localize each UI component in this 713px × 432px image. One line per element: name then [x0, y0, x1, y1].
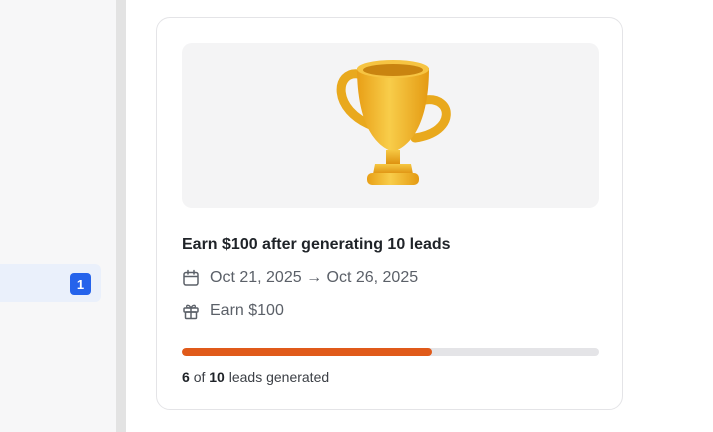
- campaign-card[interactable]: Earn $100 after generating 10 leads Oct …: [156, 17, 623, 410]
- progress-suffix: leads generated: [228, 369, 330, 385]
- card-title: Earn $100 after generating 10 leads: [182, 236, 451, 253]
- progress-of: of: [193, 369, 206, 385]
- sidebar-scrollbar[interactable]: [116, 0, 126, 432]
- trophy-icon: [336, 60, 451, 185]
- date-range-row: Oct 21, 2025 → Oct 26, 2025: [182, 269, 418, 287]
- progress-label: 6 of 10 leads generated: [182, 369, 329, 385]
- progress-current: 6: [182, 369, 190, 385]
- gift-icon: [183, 304, 199, 320]
- reward-text: Earn $100: [210, 302, 284, 319]
- card-hero-image: [182, 43, 599, 208]
- date-range-text: Oct 21, 2025 → Oct 26, 2025: [210, 269, 419, 286]
- progress-bar: [182, 348, 599, 356]
- calendar-icon: [183, 269, 199, 286]
- progress-target: 10: [209, 369, 225, 385]
- reward-row: Earn $100: [182, 302, 284, 320]
- progress-fill: [182, 348, 433, 356]
- sidebar: 1: [0, 0, 116, 432]
- count-badge: 1: [70, 273, 91, 295]
